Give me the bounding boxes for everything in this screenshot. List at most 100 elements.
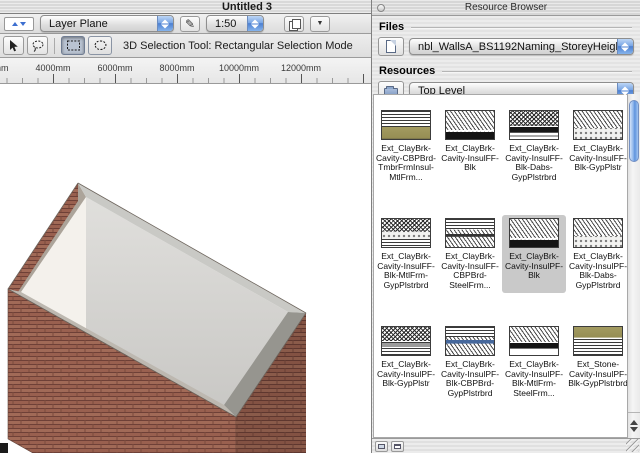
resource-item[interactable]: Ext_ClayBrk-Cavity-InsulFF-Blk-Dabs-GypP… <box>502 107 566 185</box>
resource-item[interactable]: Ext_ClayBrk-Cavity-CBPBrd-TmbrFrmInsul-M… <box>374 107 438 185</box>
resize-grip[interactable] <box>626 439 639 452</box>
resource-label: Ext_ClayBrk-Cavity-InsulPF-Blk-CBPBrd-Gy… <box>440 359 500 398</box>
rectangular-selection-mode-button[interactable] <box>61 36 85 55</box>
resources-section-header: Resources <box>379 65 634 77</box>
popup-arrows-icon <box>621 42 629 51</box>
resource-thumbnail <box>381 326 431 356</box>
ruler-label: 6000mm <box>97 63 133 73</box>
chevron-down-icon: ▼ <box>316 20 324 27</box>
cursor-arrow-icon <box>9 39 18 51</box>
panel-title: Resource Browser <box>464 2 548 13</box>
window-mode-button[interactable] <box>391 440 404 452</box>
document-icon <box>386 40 396 53</box>
tool-mode-bar: 3D Selection Tool: Rectangular Selection… <box>0 34 371 58</box>
resource-item[interactable]: Ext_ClayBrk-Cavity-InsulPF-Blk-Dabs-GypP… <box>566 215 627 293</box>
selection-tool-button[interactable] <box>3 36 24 55</box>
document-window: Untitled 3 Layer Plane ✎ 1:50 ▼ 3D Selec… <box>0 0 371 453</box>
ruler-label: 10000mm <box>218 63 260 73</box>
ruler-labels: 2000mm 4000mm 6000mm 8000mm 10000mm 1200… <box>0 63 332 73</box>
resource-item-selected[interactable]: Ext_ClayBrk-Cavity-InsulPF-Blk <box>502 215 566 293</box>
resource-thumbnail <box>573 218 623 248</box>
resource-label: Ext_ClayBrk-Cavity-InsulPF-Blk-MtlFrm-St… <box>504 359 564 398</box>
resource-thumbnail <box>445 110 495 140</box>
file-dropdown[interactable]: nbl_WallsA_BS1192Naming_StoreyHeight <box>409 38 634 55</box>
resource-item[interactable]: Ext_ClayBrk-Cavity-InsulFF-Blk-GypPlstr <box>566 107 627 185</box>
stepper-up-icon <box>12 19 18 26</box>
drawing-canvas[interactable] <box>0 84 371 453</box>
resource-thumbnail <box>445 218 495 248</box>
resource-label: Ext_ClayBrk-Cavity-InsulPF-Blk-GypPlstr <box>376 359 436 388</box>
resource-item[interactable]: Ext_ClayBrk-Cavity-InsulPF-Blk-CBPBrd-Gy… <box>438 323 502 401</box>
popup-arrows-icon <box>161 19 169 28</box>
desktop-corner <box>0 443 8 453</box>
panel-bottom-bar <box>372 438 640 453</box>
lasso-icon <box>32 40 43 52</box>
resource-browser-panel: Resource Browser Files nbl_WallsA_BS1192… <box>371 0 640 453</box>
extract-file-button[interactable] <box>378 37 404 56</box>
toolbar-divider <box>54 37 55 54</box>
resource-label: Ext_Stone-Cavity-InsulPF-Blk-GypPlstrbrd <box>568 359 627 388</box>
resource-thumbnail <box>509 110 559 140</box>
resource-item[interactable]: Ext_ClayBrk-Cavity-InsulFF-Blk <box>438 107 502 185</box>
view-options-button[interactable]: ▼ <box>310 15 330 32</box>
marquee-rect-icon <box>66 40 80 51</box>
ruler-label: 4000mm <box>35 63 71 73</box>
resource-label: Ext_ClayBrk-Cavity-InsulFF-Blk <box>441 143 499 172</box>
scroll-up-button[interactable] <box>630 419 638 425</box>
window-title: Untitled 3 <box>221 1 273 13</box>
layer-plane-dropdown[interactable]: Layer Plane <box>40 15 174 32</box>
resource-item[interactable]: Ext_Stone-Cavity-InsulPF-Blk-GypPlstrbrd <box>566 323 627 401</box>
vertical-scrollbar[interactable] <box>627 94 640 438</box>
panel-titlebar[interactable]: Resource Browser <box>372 0 640 16</box>
room-model-3d[interactable] <box>0 84 371 453</box>
lasso-tool-button[interactable] <box>27 36 48 55</box>
popup-arrows-icon <box>251 19 259 28</box>
pen-tool-button[interactable]: ✎ <box>180 15 200 32</box>
scroll-down-button[interactable] <box>630 426 638 432</box>
scale-dropdown[interactable]: 1:50 <box>206 15 264 32</box>
pane-scroll-stepper[interactable] <box>4 16 34 31</box>
resources-label: Resources <box>379 65 436 77</box>
resource-thumbnail <box>509 218 559 248</box>
section-divider <box>411 26 632 28</box>
resource-label: Ext_ClayBrk-Cavity-InsulFF-Blk-GypPlstr <box>569 143 627 172</box>
resource-item[interactable]: Ext_ClayBrk-Cavity-InsulPF-Blk-GypPlstr <box>374 323 438 401</box>
section-divider <box>442 70 632 72</box>
resource-label: Ext_ClayBrk-Cavity-CBPBrd-TmbrFrmInsul-M… <box>376 143 436 182</box>
resource-thumbnail <box>381 218 431 248</box>
preview-icon <box>378 443 385 449</box>
resource-label: Ext_ClayBrk-Cavity-InsulFF-CBPBrd-SteelF… <box>441 251 499 290</box>
resource-thumbnail <box>381 110 431 140</box>
resource-thumbnail <box>573 110 623 140</box>
scale-value: 1:50 <box>215 17 237 30</box>
ruler-label: 12000mm <box>280 63 322 73</box>
scrollbar-arrows <box>628 412 640 438</box>
resource-thumbnail <box>573 326 623 356</box>
resource-item[interactable]: Ext_ClayBrk-Cavity-InsulPF-Blk-MtlFrm-St… <box>502 323 566 401</box>
window-icon <box>394 443 401 449</box>
resource-label: Ext_ClayBrk-Cavity-InsulFF-Blk-Dabs-GypP… <box>505 143 563 182</box>
resource-label: Ext_ClayBrk-Cavity-InsulPF-Blk <box>504 251 564 280</box>
document-titlebar[interactable]: Untitled 3 <box>0 0 371 14</box>
ruler-label: 2000mm <box>0 63 9 73</box>
stepper-down-icon <box>20 21 26 29</box>
close-button[interactable] <box>377 4 385 12</box>
horizontal-ruler: 2000mm 4000mm 6000mm 8000mm 10000mm 1200… <box>0 58 371 84</box>
resource-item[interactable]: Ext_ClayBrk-Cavity-InsulFF-Blk-MtlFrm-Gy… <box>374 215 438 293</box>
pages-icon <box>289 18 301 31</box>
view-toolbar: Layer Plane ✎ 1:50 ▼ <box>0 14 371 34</box>
marquee-lasso-icon <box>93 40 107 51</box>
files-row: nbl_WallsA_BS1192Naming_StoreyHeight <box>372 35 640 60</box>
pencil-icon: ✎ <box>184 16 196 31</box>
resource-thumbnail <box>509 326 559 356</box>
lasso-selection-mode-button[interactable] <box>88 36 112 55</box>
resource-item[interactable]: Ext_ClayBrk-Cavity-InsulFF-CBPBrd-SteelF… <box>438 215 502 293</box>
files-section-header: Files <box>379 21 634 33</box>
file-dropdown-value: nbl_WallsA_BS1192Naming_StoreyHeight <box>418 40 625 53</box>
preview-toggle-button[interactable] <box>375 440 388 452</box>
layers-view-button[interactable] <box>284 15 304 32</box>
scrollbar-thumb[interactable] <box>629 100 639 162</box>
resource-label: Ext_ClayBrk-Cavity-InsulPF-Blk-Dabs-GypP… <box>568 251 627 290</box>
files-label: Files <box>379 21 405 33</box>
layer-plane-value: Layer Plane <box>49 17 108 30</box>
